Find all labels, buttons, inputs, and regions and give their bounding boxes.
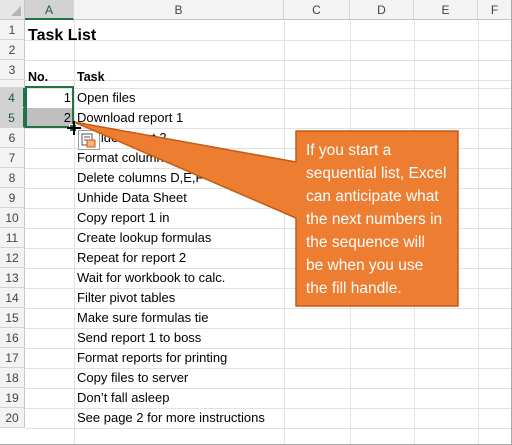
- cell-b14[interactable]: Filter pivot tables: [77, 288, 175, 308]
- cell-a1-title[interactable]: Task List: [28, 26, 96, 46]
- row-header-3[interactable]: 3: [0, 60, 25, 80]
- grid-line: [284, 20, 285, 445]
- column-header-e[interactable]: E: [414, 0, 478, 20]
- row-header-13[interactable]: 13: [0, 268, 25, 288]
- row-header-4[interactable]: 4: [0, 88, 25, 108]
- callout-line: can anticipate what: [306, 188, 439, 205]
- row-header-10[interactable]: 10: [0, 208, 25, 228]
- grid-line: [25, 428, 512, 429]
- row-header-18[interactable]: 18: [0, 368, 25, 388]
- cell-b5[interactable]: Download report 1: [77, 108, 183, 128]
- cell-b15[interactable]: Make sure formulas tie: [77, 308, 209, 328]
- row-header-8[interactable]: 8: [0, 168, 25, 188]
- cell-b12[interactable]: Repeat for report 2: [77, 248, 186, 268]
- cell-b8[interactable]: Delete columns D,E,F: [77, 168, 203, 188]
- callout-line: be when you use: [306, 257, 424, 274]
- grid-line: [74, 20, 75, 445]
- callout-line: sequential list, Excel: [306, 165, 447, 182]
- row-header-16[interactable]: 16: [0, 328, 25, 348]
- row-header-9[interactable]: 9: [0, 188, 25, 208]
- row-header-2[interactable]: 2: [0, 40, 25, 60]
- select-all-button[interactable]: [0, 0, 25, 20]
- cell-b19[interactable]: Don’t fall asleep: [77, 388, 170, 408]
- callout-line: the fill handle.: [306, 280, 402, 297]
- cell-b20[interactable]: See page 2 for more instructions: [77, 408, 265, 428]
- cell-b18[interactable]: Copy files to server: [77, 368, 188, 388]
- grid-line: [25, 60, 512, 61]
- row-header-spacer: [0, 80, 25, 88]
- crosshair-cursor-icon: [67, 121, 81, 135]
- cell-a3-no-header[interactable]: No.: [28, 67, 48, 87]
- cell-b3-task-header[interactable]: Task: [77, 67, 105, 87]
- grid-line: [478, 20, 479, 445]
- spreadsheet-grid: A B C D E F 1 2 3 4 5 6 7 8 9 10 11 12 1…: [0, 0, 512, 445]
- cell-a4[interactable]: 1: [25, 88, 74, 108]
- column-header-f[interactable]: F: [478, 0, 512, 20]
- row-header-20[interactable]: 20: [0, 408, 25, 428]
- column-header-d[interactable]: D: [350, 0, 414, 20]
- callout-line: If you start a: [306, 142, 392, 159]
- column-header-b[interactable]: B: [74, 0, 284, 20]
- callout-line: the next numbers in: [306, 211, 443, 228]
- cell-b17[interactable]: Format reports for printing: [77, 348, 227, 368]
- row-header-6[interactable]: 6: [0, 128, 25, 148]
- row-header-14[interactable]: 14: [0, 288, 25, 308]
- row-header-17[interactable]: 17: [0, 348, 25, 368]
- grid-line: [25, 40, 512, 41]
- row-header-5[interactable]: 5: [0, 108, 25, 128]
- cell-b13[interactable]: Wait for workbook to calc.: [77, 268, 225, 288]
- auto-fill-options-icon: [81, 133, 96, 148]
- cell-b10[interactable]: Copy report 1 in: [77, 208, 170, 228]
- cell-b4[interactable]: Open files: [77, 88, 136, 108]
- row-header-11[interactable]: 11: [0, 228, 25, 248]
- cell-b11[interactable]: Create lookup formulas: [77, 228, 211, 248]
- row-header-1[interactable]: 1: [0, 20, 25, 40]
- row-header-7[interactable]: 7: [0, 148, 25, 168]
- cell-b9[interactable]: Unhide Data Sheet: [77, 188, 187, 208]
- cell-b16[interactable]: Send report 1 to boss: [77, 328, 201, 348]
- row-header-15[interactable]: 15: [0, 308, 25, 328]
- column-header-c[interactable]: C: [284, 0, 350, 20]
- row-header-12[interactable]: 12: [0, 248, 25, 268]
- row-header-19[interactable]: 19: [0, 388, 25, 408]
- column-header-a[interactable]: A: [25, 0, 74, 20]
- callout-line: the sequence will: [306, 234, 425, 251]
- select-all-triangle-icon: [11, 6, 21, 16]
- callout-text: If you start a sequential list, Excel ca…: [296, 131, 458, 306]
